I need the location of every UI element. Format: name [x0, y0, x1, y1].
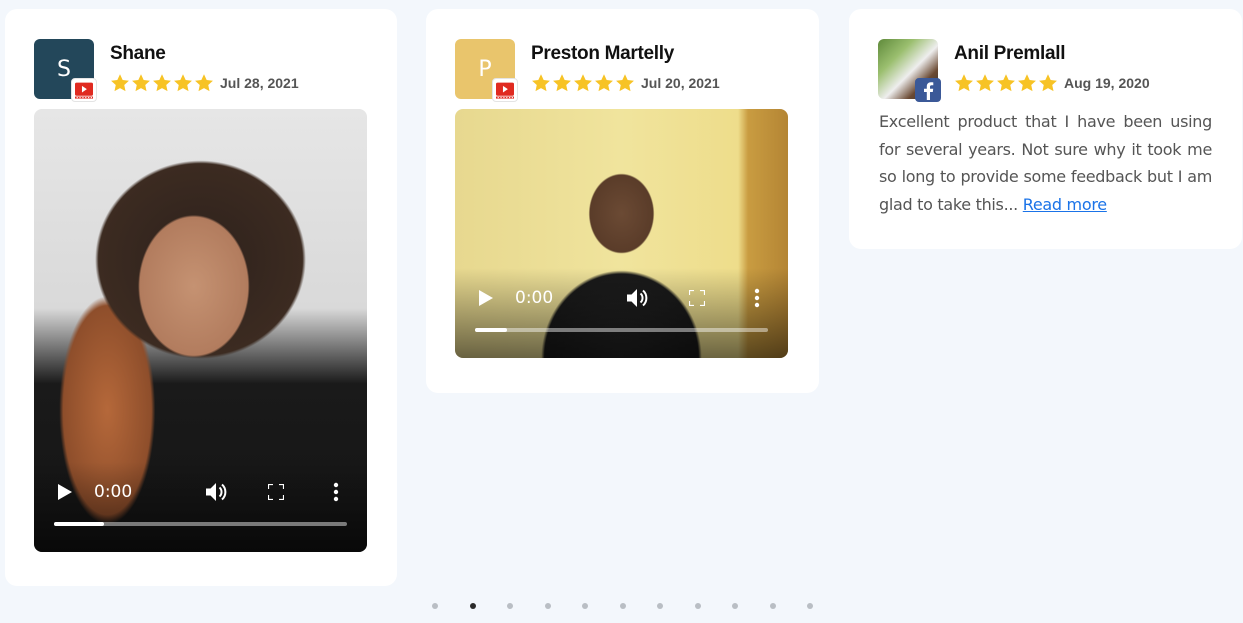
avatar: P [455, 39, 518, 102]
video-player[interactable]: 0:00 [34, 109, 367, 552]
fullscreen-icon[interactable] [268, 484, 284, 500]
star-icon [531, 73, 551, 93]
facebook-f-icon [924, 82, 934, 100]
review-card: S Shane Jul 28, 2021 0:00 [5, 9, 397, 586]
review-date: Jul 20, 2021 [641, 75, 720, 91]
star-rating [110, 73, 214, 93]
star-icon [954, 73, 974, 93]
review-text: Excellent product that I have been using… [879, 108, 1212, 218]
star-icon [552, 73, 572, 93]
video-progress-fill [54, 522, 104, 526]
video-shade [34, 462, 367, 552]
carousel-dot[interactable] [657, 603, 663, 609]
more-options-icon[interactable] [332, 482, 340, 502]
carousel-dot[interactable] [694, 603, 701, 609]
carousel-dot[interactable] [807, 603, 813, 609]
star-icon [1017, 73, 1037, 93]
review-card: Anil Premlall Aug 19, 2020 Excellent pro… [849, 9, 1242, 249]
carousel-dot[interactable] [507, 603, 513, 609]
review-card: P Preston Martelly Jul 20, 2021 0:00 [426, 9, 819, 393]
star-icon [573, 73, 593, 93]
video-controls: 0:00 [455, 285, 788, 311]
star-icon [173, 73, 193, 93]
volume-icon[interactable] [206, 482, 228, 502]
carousel-pagination [432, 603, 813, 609]
star-rating [954, 73, 1058, 93]
avatar [878, 39, 941, 102]
youtube-icon [71, 78, 97, 102]
fullscreen-icon[interactable] [689, 290, 705, 306]
avatar-letter: P [478, 56, 492, 82]
star-icon [194, 73, 214, 93]
video-shade [455, 268, 788, 358]
read-more-link[interactable]: Read more [1023, 195, 1107, 214]
star-rating [531, 73, 635, 93]
reviewer-name: Preston Martelly [531, 43, 675, 64]
reviewer-name: Shane [110, 43, 166, 64]
star-icon [110, 73, 130, 93]
video-progress-bar[interactable] [54, 522, 347, 526]
play-icon[interactable] [58, 484, 72, 500]
avatar: S [34, 39, 97, 102]
carousel-dot[interactable] [769, 603, 776, 609]
star-icon [152, 73, 172, 93]
more-options-icon[interactable] [753, 288, 761, 308]
video-progress-fill [475, 328, 508, 332]
star-icon [131, 73, 151, 93]
reviewer-name: Anil Premlall [954, 43, 1066, 64]
star-icon [1038, 73, 1058, 93]
carousel-dot[interactable] [544, 603, 551, 609]
avatar-letter: S [57, 56, 71, 82]
carousel-dot[interactable] [732, 603, 738, 609]
star-icon [615, 73, 635, 93]
carousel-dot[interactable] [432, 603, 438, 609]
star-icon [996, 73, 1016, 93]
review-date: Jul 28, 2021 [220, 75, 299, 91]
volume-icon[interactable] [627, 288, 649, 308]
video-player[interactable]: 0:00 [455, 109, 788, 358]
carousel-dot[interactable] [469, 603, 476, 609]
star-icon [975, 73, 995, 93]
carousel-dot[interactable] [582, 603, 588, 609]
review-date: Aug 19, 2020 [1064, 75, 1150, 91]
youtube-icon [492, 78, 518, 102]
video-time: 0:00 [515, 288, 554, 308]
facebook-icon [915, 78, 941, 102]
carousel-dot[interactable] [619, 603, 626, 609]
video-time: 0:00 [94, 482, 133, 502]
star-icon [594, 73, 614, 93]
video-progress-bar[interactable] [475, 328, 768, 332]
video-controls: 0:00 [34, 479, 367, 505]
play-icon[interactable] [479, 290, 493, 306]
